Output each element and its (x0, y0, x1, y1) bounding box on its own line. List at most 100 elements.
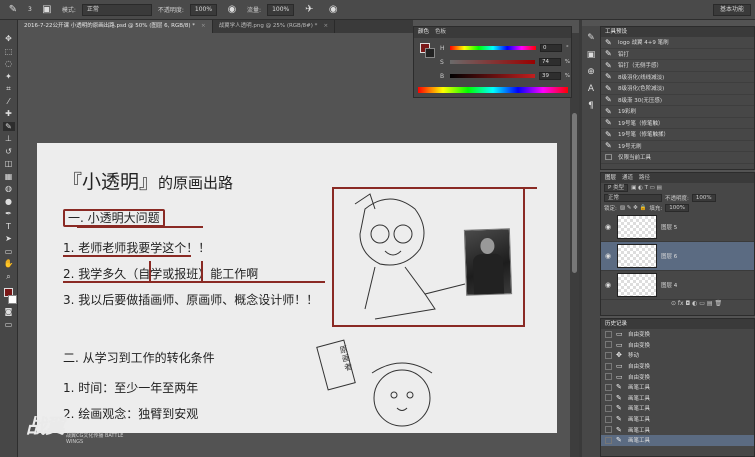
paragraph-icon[interactable]: ¶ (585, 100, 598, 113)
saturation-slider[interactable] (449, 60, 535, 64)
tab-history[interactable]: 历史记录 (605, 319, 627, 329)
marquee-tool-icon[interactable]: ⬚ (3, 47, 15, 57)
scrollbar-thumb[interactable] (572, 113, 577, 273)
history-item[interactable]: ✎ 画笔工具 (601, 403, 754, 414)
list-item[interactable]: ✎ 铅打（无侧手感） (601, 60, 754, 72)
flow-input[interactable]: 100% (267, 3, 295, 16)
gradient-tool-icon[interactable]: ▦ (3, 172, 15, 182)
quick-select-tool-icon[interactable]: ✦ (3, 72, 15, 82)
reference-photo[interactable] (463, 228, 513, 296)
clone-source-icon[interactable]: ⊕ (585, 66, 598, 79)
quick-mask-icon[interactable]: ◙ (3, 307, 15, 317)
screen-mode-icon[interactable]: ▭ (3, 320, 15, 330)
opacity-input[interactable]: 100% (691, 194, 716, 202)
hue-input[interactable]: 0 (540, 44, 562, 52)
history-item[interactable]: ✎ 画笔工具 (601, 424, 754, 435)
list-item[interactable]: ✎ logo 战翼 4+9 笔刷 (601, 37, 754, 49)
blend-mode-select[interactable]: 正常 (604, 194, 662, 202)
blur-tool-icon[interactable]: ◍ (3, 184, 15, 194)
history-item[interactable]: ▭ 自由变换 (601, 329, 754, 340)
airbrush-icon[interactable]: ✈ (300, 3, 318, 17)
workspace-select[interactable]: 基本功能 (712, 3, 751, 16)
hand-tool-icon[interactable]: ✋ (3, 259, 15, 269)
saturation-slider-row: S 74 % (440, 58, 570, 66)
list-item[interactable]: ✎ 19号无刷 (601, 141, 754, 152)
layer-kind-select[interactable]: P 类型 (604, 184, 629, 192)
background-color-swatch[interactable] (7, 295, 17, 304)
brush-icon: ✎ (616, 383, 622, 392)
brush-preset-icon[interactable]: ✎ (585, 32, 598, 45)
tool-presets-header: 工具预设 (601, 27, 754, 37)
history-brush-tool-icon[interactable]: ↺ (3, 147, 15, 157)
opacity-input[interactable]: 100% (189, 3, 218, 16)
lock-icons[interactable]: ▨ ✎ ✥ 🔒 (620, 205, 647, 211)
crop-tool-icon[interactable]: ⌗ (3, 84, 15, 94)
brush-tool-icon[interactable]: ✎ (4, 3, 22, 17)
history-item[interactable]: ✎ 画笔工具 (601, 393, 754, 404)
list-item[interactable]: ✎ 8级羽化(线线减淡) (601, 72, 754, 83)
lasso-tool-icon[interactable]: ◌ (3, 59, 15, 69)
tab-swatches[interactable]: 色板 (435, 27, 446, 38)
hue-slider[interactable] (450, 46, 536, 50)
layer-row[interactable]: ◉ 图层 5 (601, 213, 754, 242)
ink-underline-2 (63, 281, 325, 283)
brush-tool-icon[interactable]: ✎ (2, 121, 15, 131)
brightness-slider[interactable] (449, 74, 535, 78)
history-item-selected[interactable]: ✎ 画笔工具 (601, 434, 754, 446)
pressure-opacity-icon[interactable]: ◉ (223, 3, 241, 17)
tab-psd-document[interactable]: 2016-7-22公开课 小透明的原画出路.psd @ 50% (图层 6, R… (18, 20, 213, 33)
path-select-tool-icon[interactable]: ➤ (3, 234, 15, 244)
history-item[interactable]: ▭ 自由变换 (601, 340, 754, 351)
eye-icon[interactable]: ◉ (605, 281, 613, 289)
dodge-tool-icon[interactable]: ● (3, 197, 15, 207)
color-background-swatch[interactable] (425, 48, 435, 58)
tab-color[interactable]: 颜色 (418, 27, 429, 38)
pen-tool-icon[interactable]: ✒ (3, 209, 15, 219)
list-item[interactable]: ✎ 19彩刷 (601, 106, 754, 118)
pressure-size-icon[interactable]: ◉ (324, 3, 342, 17)
tab-channels[interactable]: 通道 (622, 173, 633, 183)
character-icon[interactable]: A (585, 83, 598, 96)
filter-icons[interactable]: ▣ ◐ T ▭ ▤ (631, 185, 662, 191)
eye-icon[interactable]: ◉ (605, 252, 613, 260)
history-item[interactable]: ▭ 自由变换 (601, 361, 754, 372)
list-item[interactable]: ✎ 19号笔（修笔触揉） (601, 129, 754, 141)
tab-tool-presets[interactable]: 工具预设 (605, 27, 627, 37)
shape-tool-icon[interactable]: ▭ (3, 247, 15, 257)
eye-icon[interactable]: ◉ (605, 223, 613, 231)
tab-layers[interactable]: 图层 (605, 173, 616, 183)
history-item[interactable]: ✎ 画笔工具 (601, 382, 754, 393)
tab-paths[interactable]: 路径 (639, 173, 650, 183)
brush-size[interactable]: 3 (28, 6, 32, 13)
move-tool-icon[interactable]: ✥ (3, 34, 15, 44)
mode-select[interactable]: 正常 (81, 3, 152, 16)
brightness-input[interactable]: 39 (538, 72, 561, 80)
brush-settings-icon[interactable]: ▣ (585, 49, 598, 62)
list-item[interactable]: ✎ 8级羽化(色阶减淡) (601, 83, 754, 95)
list-item[interactable]: ✎ 铅打 (601, 49, 754, 60)
saturation-input[interactable]: 74 (538, 58, 561, 66)
history-item[interactable]: ✎ 画笔工具 (601, 414, 754, 425)
document-canvas[interactable]: 『小透明』的原画出路 一. 小透明大问题 1. 老师老师我要学这个！！ 2. 我… (37, 143, 557, 433)
layer-row-selected[interactable]: ◉ 图层 6 (601, 242, 754, 271)
list-item[interactable]: ✎ 19号笔（修笔触） (601, 118, 754, 129)
healing-tool-icon[interactable]: ✚ (3, 109, 15, 119)
eraser-tool-icon[interactable]: ◫ (3, 159, 15, 169)
layer-row[interactable]: ◉ 图层 4 (601, 271, 754, 300)
fill-input[interactable]: 100% (665, 204, 689, 212)
history-item[interactable]: ✥ 移动 (601, 350, 754, 361)
history-item[interactable]: ▭ 自由变换 (601, 371, 754, 382)
eyedropper-tool-icon[interactable]: ⁄ (3, 97, 15, 107)
type-tool-icon[interactable]: T (3, 222, 15, 232)
stamp-tool-icon[interactable]: ⊥ (3, 134, 15, 144)
ink-underline-1 (63, 255, 191, 257)
close-icon[interactable]: × (323, 20, 328, 33)
list-item[interactable]: ✎ 8级渐 30(无压感) (601, 95, 754, 106)
tab-png-document[interactable]: 战翼学人透明.png @ 25% (RGB/8#) * × (213, 20, 336, 33)
current-tool-only-checkbox[interactable]: ☐ 仅限当前工具 (601, 152, 754, 164)
close-icon[interactable]: × (201, 20, 206, 33)
color-spectrum-ramp[interactable] (418, 87, 568, 93)
zoom-tool-icon[interactable]: ⌕ (3, 272, 15, 282)
brush-panel-icon[interactable]: ▣ (38, 3, 56, 17)
layer-footer-icons[interactable]: ⊙ fx ◘ ◐ ▭ ▤ 🗑 (601, 300, 754, 310)
